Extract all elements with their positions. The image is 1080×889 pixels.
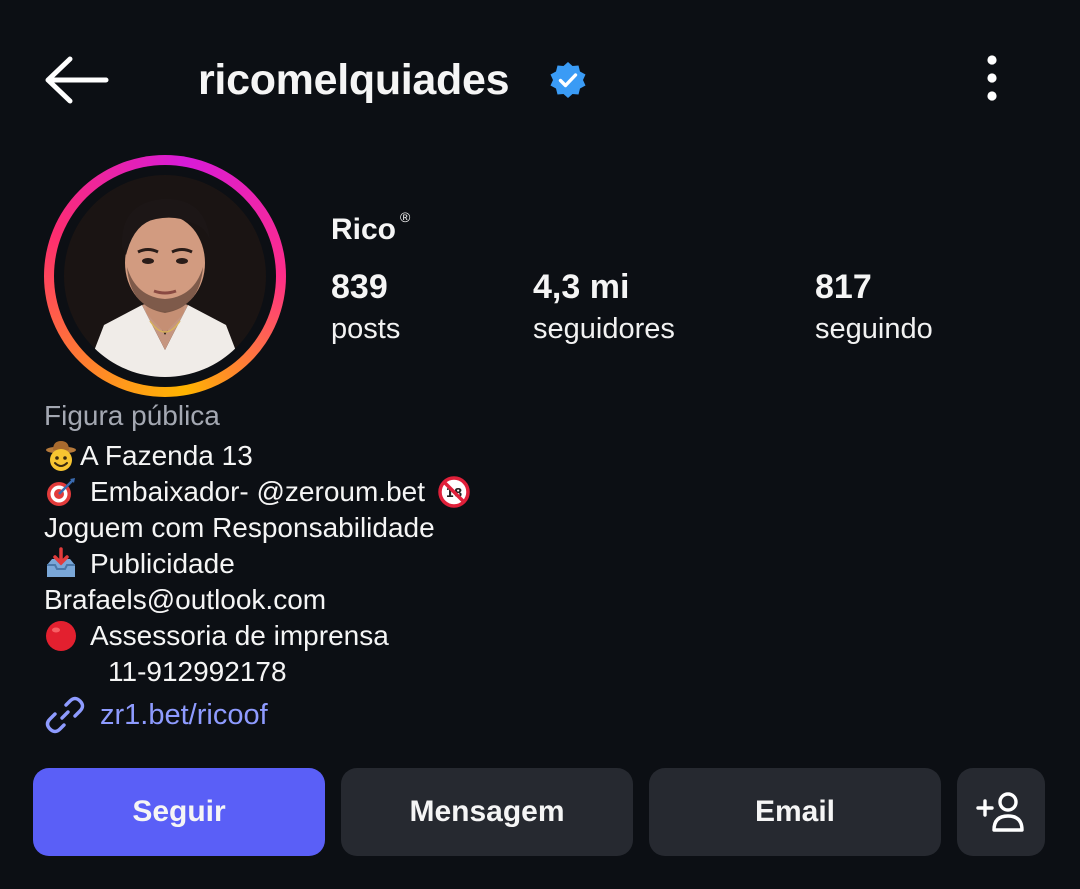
bio-line-text: Embaixador- @zeroum.bet xyxy=(90,476,426,507)
suggested-accounts-button[interactable] xyxy=(957,768,1045,856)
bio-link-text: zr1.bet/ricoof xyxy=(100,699,268,731)
three-dots-vertical-icon xyxy=(987,55,997,101)
email-button[interactable]: Email xyxy=(649,768,941,856)
message-button[interactable]: Mensagem xyxy=(341,768,633,856)
stat-followers[interactable]: 4,3 mi seguidores xyxy=(533,265,675,349)
profile-username: ricomelquiades xyxy=(198,56,510,104)
bio-email: Brafaels@outlook.com xyxy=(44,584,327,615)
stat-following[interactable]: 817 seguindo xyxy=(815,265,933,349)
direct-hit-icon xyxy=(47,478,75,506)
bio-line: Publicidade xyxy=(44,546,235,582)
stat-posts[interactable]: 839 posts xyxy=(331,265,400,349)
red-circle-icon xyxy=(46,621,76,651)
bio-link[interactable]: zr1.bet/ricoof xyxy=(44,694,268,736)
bio-line: Assessoria de imprensa xyxy=(44,618,389,654)
bio-line: Embaixador- @zeroum.bet 18 xyxy=(44,474,477,510)
arrow-left-icon xyxy=(45,56,109,104)
following-label: seguindo xyxy=(815,313,933,345)
back-button[interactable] xyxy=(40,50,112,110)
bio-line-text: Assessoria de imprensa xyxy=(90,620,389,651)
following-count: 817 xyxy=(815,268,872,306)
bio-line-text: Publicidade xyxy=(90,548,235,579)
inbox-tray-icon xyxy=(47,547,75,577)
profile-category: Figura pública xyxy=(44,400,220,431)
cowboy-face-icon xyxy=(46,441,76,471)
add-person-icon xyxy=(976,792,1024,832)
bio-line-text: A Fazenda 13 xyxy=(80,440,253,471)
link-icon xyxy=(45,696,85,734)
display-name: Rico ® xyxy=(331,203,410,250)
posts-count: 839 xyxy=(331,268,388,306)
registered-mark: ® xyxy=(400,209,411,225)
no-one-under-18-icon: 18 xyxy=(438,476,470,508)
display-name-text: Rico xyxy=(331,213,397,246)
followers-label: seguidores xyxy=(533,313,675,345)
more-options-button[interactable] xyxy=(970,52,1014,108)
posts-label: posts xyxy=(331,313,401,345)
verified-badge-icon xyxy=(548,60,588,100)
bio-line: Joguem com Responsabilidade xyxy=(44,512,435,543)
bio-phone: 11-912992178 xyxy=(108,656,287,687)
bio-line: A Fazenda 13 xyxy=(44,438,253,474)
follow-button[interactable]: Seguir xyxy=(33,768,325,856)
followers-count: 4,3 mi xyxy=(533,268,630,306)
profile-avatar[interactable] xyxy=(64,175,266,377)
